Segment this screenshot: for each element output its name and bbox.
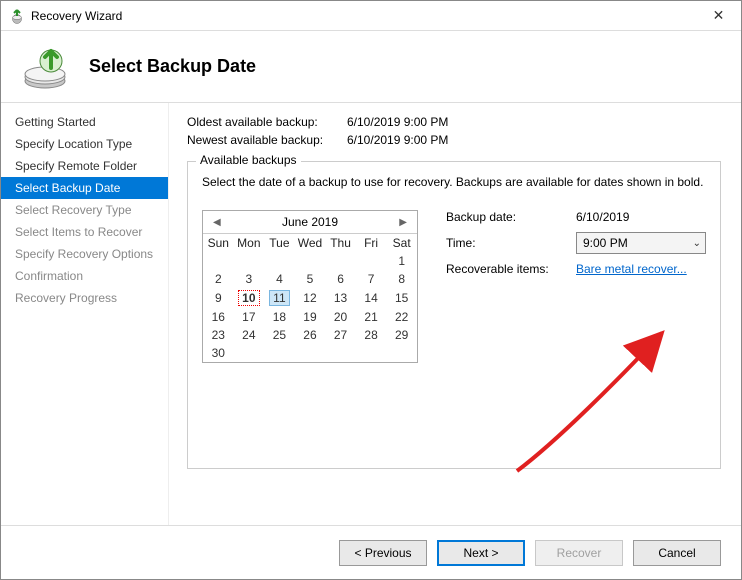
calendar-day[interactable]: 16 bbox=[203, 308, 234, 326]
available-backups-group: Available backups Select the date of a b… bbox=[187, 161, 721, 469]
calendar-dow: Wed bbox=[295, 234, 326, 252]
calendar-grid: SunMonTueWedThuFriSat 123456789101112131… bbox=[203, 234, 417, 362]
calendar-day[interactable]: 15 bbox=[386, 288, 417, 308]
calendar-dow: Sat bbox=[386, 234, 417, 252]
main-content: Oldest available backup: 6/10/2019 9:00 … bbox=[169, 103, 741, 525]
wizard-footer: < Previous Next > Recover Cancel bbox=[1, 525, 741, 579]
calendar-day[interactable]: 21 bbox=[356, 308, 387, 326]
previous-button[interactable]: < Previous bbox=[339, 540, 427, 566]
calendar-day[interactable]: 14 bbox=[356, 288, 387, 308]
calendar-header: ◀ June 2019 ▶ bbox=[203, 211, 417, 234]
oldest-backup-row: Oldest available backup: 6/10/2019 9:00 … bbox=[187, 115, 721, 129]
calendar-dow: Sun bbox=[203, 234, 234, 252]
time-dropdown[interactable]: 9:00 PM ⌄ bbox=[576, 232, 706, 254]
calendar-day bbox=[325, 344, 356, 362]
window-title: Recovery Wizard bbox=[31, 9, 696, 23]
calendar-day[interactable]: 9 bbox=[203, 288, 234, 308]
cancel-button[interactable]: Cancel bbox=[633, 540, 721, 566]
calendar-day bbox=[264, 252, 295, 270]
step-recovery-progress[interactable]: Recovery Progress bbox=[1, 287, 168, 309]
calendar-day[interactable]: 20 bbox=[325, 308, 356, 326]
calendar-day[interactable]: 29 bbox=[386, 326, 417, 344]
calendar-day[interactable]: 7 bbox=[356, 270, 387, 288]
app-icon bbox=[9, 8, 25, 24]
backup-details: Backup date: 6/10/2019 Time: 9:00 PM ⌄ R… bbox=[446, 210, 706, 363]
calendar-day[interactable]: 19 bbox=[295, 308, 326, 326]
calendar-day[interactable]: 26 bbox=[295, 326, 326, 344]
recover-button: Recover bbox=[535, 540, 623, 566]
calendar-day[interactable]: 2 bbox=[203, 270, 234, 288]
calendar-day[interactable]: 23 bbox=[203, 326, 234, 344]
close-button[interactable]: ✕ bbox=[696, 1, 741, 30]
calendar-dow: Fri bbox=[356, 234, 387, 252]
calendar-dow: Tue bbox=[264, 234, 295, 252]
calendar-day[interactable]: 10 bbox=[234, 288, 265, 308]
chevron-down-icon: ⌄ bbox=[693, 238, 701, 249]
time-value: 9:00 PM bbox=[583, 236, 628, 250]
calendar-day bbox=[203, 252, 234, 270]
calendar-dow: Thu bbox=[325, 234, 356, 252]
calendar-day[interactable]: 13 bbox=[325, 288, 356, 308]
calendar-day[interactable]: 3 bbox=[234, 270, 265, 288]
wizard-body: Getting Started Specify Location Type Sp… bbox=[1, 103, 741, 525]
oldest-backup-value: 6/10/2019 9:00 PM bbox=[347, 115, 448, 129]
step-specify-recovery-options[interactable]: Specify Recovery Options bbox=[1, 243, 168, 265]
step-select-recovery-type[interactable]: Select Recovery Type bbox=[1, 199, 168, 221]
calendar-day bbox=[295, 344, 326, 362]
recoverable-items-label: Recoverable items: bbox=[446, 262, 576, 276]
calendar-day[interactable]: 30 bbox=[203, 344, 234, 362]
calendar-day[interactable]: 11 bbox=[264, 288, 295, 308]
calendar[interactable]: ◀ June 2019 ▶ SunMonTueWedThuFriSat 1234… bbox=[202, 210, 418, 363]
calendar-day bbox=[325, 252, 356, 270]
titlebar: Recovery Wizard ✕ bbox=[1, 1, 741, 31]
calendar-day bbox=[356, 252, 387, 270]
step-confirmation[interactable]: Confirmation bbox=[1, 265, 168, 287]
calendar-dow: Mon bbox=[234, 234, 265, 252]
calendar-day[interactable]: 4 bbox=[264, 270, 295, 288]
calendar-day[interactable]: 6 bbox=[325, 270, 356, 288]
calendar-month-label: June 2019 bbox=[282, 215, 338, 229]
calendar-prev-button[interactable]: ◀ bbox=[209, 217, 225, 228]
calendar-day[interactable]: 12 bbox=[295, 288, 326, 308]
calendar-day[interactable]: 18 bbox=[264, 308, 295, 326]
calendar-day[interactable]: 5 bbox=[295, 270, 326, 288]
next-button[interactable]: Next > bbox=[437, 540, 525, 566]
oldest-backup-label: Oldest available backup: bbox=[187, 115, 347, 129]
page-title: Select Backup Date bbox=[89, 56, 256, 77]
calendar-day[interactable]: 27 bbox=[325, 326, 356, 344]
newest-backup-label: Newest available backup: bbox=[187, 133, 347, 147]
calendar-day bbox=[386, 344, 417, 362]
calendar-day[interactable]: 28 bbox=[356, 326, 387, 344]
step-getting-started[interactable]: Getting Started bbox=[1, 111, 168, 133]
group-description: Select the date of a backup to use for r… bbox=[202, 174, 706, 190]
calendar-day bbox=[234, 344, 265, 362]
calendar-day bbox=[356, 344, 387, 362]
newest-backup-value: 6/10/2019 9:00 PM bbox=[347, 133, 448, 147]
calendar-day[interactable]: 25 bbox=[264, 326, 295, 344]
time-label: Time: bbox=[446, 236, 576, 250]
calendar-day[interactable]: 1 bbox=[386, 252, 417, 270]
calendar-day[interactable]: 22 bbox=[386, 308, 417, 326]
calendar-day[interactable]: 24 bbox=[234, 326, 265, 344]
step-select-items-to-recover[interactable]: Select Items to Recover bbox=[1, 221, 168, 243]
close-icon: ✕ bbox=[713, 7, 725, 24]
calendar-next-button[interactable]: ▶ bbox=[395, 217, 411, 228]
step-specify-location-type[interactable]: Specify Location Type bbox=[1, 133, 168, 155]
step-select-backup-date[interactable]: Select Backup Date bbox=[1, 177, 168, 199]
wizard-steps-sidebar: Getting Started Specify Location Type Sp… bbox=[1, 103, 169, 525]
calendar-day bbox=[295, 252, 326, 270]
calendar-day[interactable]: 17 bbox=[234, 308, 265, 326]
calendar-day bbox=[264, 344, 295, 362]
recoverable-items-link[interactable]: Bare metal recover... bbox=[576, 262, 687, 276]
recovery-wizard-window: Recovery Wizard ✕ Select Backup Date Get… bbox=[0, 0, 742, 580]
wizard-icon bbox=[21, 43, 69, 91]
step-specify-remote-folder[interactable]: Specify Remote Folder bbox=[1, 155, 168, 177]
newest-backup-row: Newest available backup: 6/10/2019 9:00 … bbox=[187, 133, 721, 147]
backup-date-label: Backup date: bbox=[446, 210, 576, 224]
wizard-header: Select Backup Date bbox=[1, 31, 741, 103]
backup-date-value: 6/10/2019 bbox=[576, 210, 629, 224]
group-title: Available backups bbox=[196, 153, 301, 167]
calendar-day bbox=[234, 252, 265, 270]
calendar-day[interactable]: 8 bbox=[386, 270, 417, 288]
